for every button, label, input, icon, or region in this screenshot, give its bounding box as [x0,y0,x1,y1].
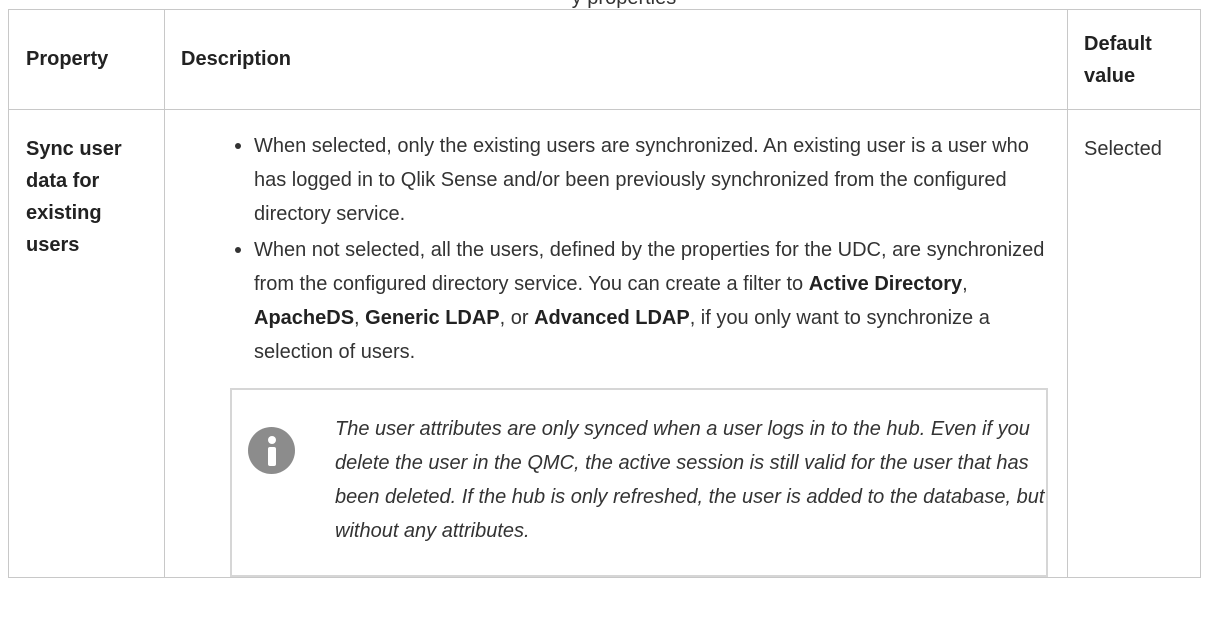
bullet-item-selected: When selected, only the existing users a… [235,129,1067,231]
description-cell: When selected, only the existing users a… [164,109,1068,578]
header-default-line1: Default [1084,32,1152,55]
term-generic-ldap: Generic LDAP [365,307,500,329]
table-row: Sync user data for existing users When s… [8,109,1201,578]
bullet-item-not-selected: When not selected, all the users, define… [235,233,1067,369]
table-header-row: Property Description Default value [8,9,1201,110]
header-description: Description [164,9,1068,110]
table-caption: y properties [0,0,1208,9]
property-name: Sync user data for existing users [26,138,122,256]
info-note-box: The user attributes are only synced when… [230,388,1048,577]
term-apacheds: ApacheDS [254,307,355,329]
note-text: The user attributes are only synced when… [335,418,1045,542]
info-icon [248,427,295,474]
description-bullet-list: When selected, only the existing users a… [165,129,1067,369]
header-property: Property [8,9,165,110]
default-value-cell: Selected [1067,109,1201,578]
bullet-dot-icon [235,247,241,253]
bullet-dot-icon [235,143,241,149]
header-default-value: Default value [1067,9,1201,110]
term-active-directory: Active Directory [808,273,963,295]
property-cell: Sync user data for existing users [8,109,165,578]
header-default-line2: value [1084,64,1136,87]
default-value: Selected [1084,138,1162,160]
properties-table: Property Description Default value Sync … [8,9,1201,578]
term-advanced-ldap: Advanced LDAP [534,307,690,329]
